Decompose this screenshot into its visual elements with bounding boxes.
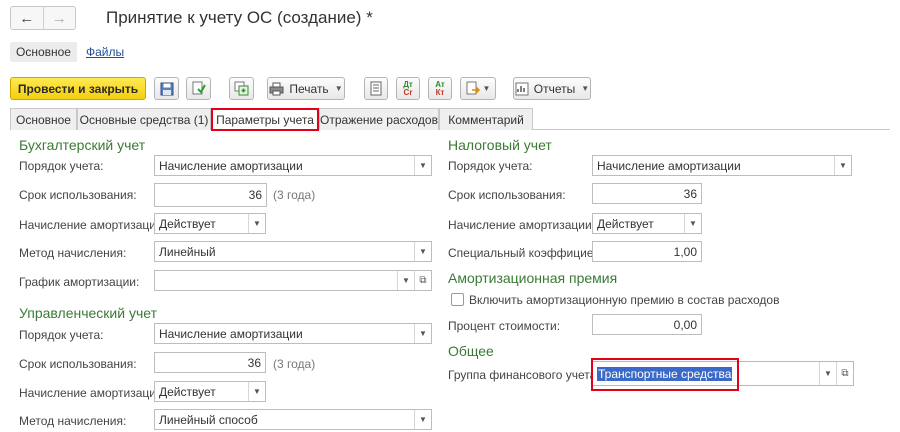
accounting-order-label: Порядок учета: — [19, 159, 104, 173]
section-main[interactable]: Основное — [10, 42, 77, 62]
chevron-down-icon[interactable]: ▼ — [248, 214, 265, 233]
tab-fixed-assets[interactable]: Основные средства (1) — [77, 108, 211, 130]
section-files[interactable]: Файлы — [86, 45, 124, 59]
reports-icon — [515, 82, 529, 95]
document-arrow-icon — [466, 81, 480, 95]
cr-label: Сr — [403, 87, 413, 97]
premium-group-title: Амортизационная премия — [448, 270, 618, 286]
financial-group-highlight — [591, 358, 739, 391]
open-icon[interactable]: ⧉ — [414, 271, 431, 290]
accounting-order-value: Начисление амортизации — [159, 158, 303, 173]
printer-icon — [269, 82, 284, 95]
premium-percent-label: Процент стоимости: — [448, 319, 561, 333]
management-method-label: Метод начисления: — [19, 414, 127, 428]
navigation-buttons: ← → — [10, 6, 76, 30]
copy-button[interactable] — [229, 77, 254, 100]
chevron-down-icon: ▼ — [581, 84, 590, 93]
tax-coefficient-input[interactable]: 1,00 — [592, 241, 702, 262]
accounting-schedule-value — [155, 271, 397, 290]
tax-order-value: Начисление амортизации — [597, 158, 741, 173]
dt-cr-button[interactable]: Дт Сr — [396, 77, 420, 100]
accounting-order-select[interactable]: Начисление амортизации ▼ — [154, 155, 432, 176]
tax-depreciation-value: Действует — [597, 216, 654, 231]
arrow-left-icon: ← — [19, 9, 35, 27]
management-term-input[interactable]: 36 — [154, 352, 266, 373]
management-order-label: Порядок учета: — [19, 328, 104, 342]
chevron-down-icon[interactable]: ▼ — [397, 271, 414, 290]
page-title: Принятие к учету ОС (создание) * — [106, 8, 373, 27]
kt-label: Кт — [435, 87, 445, 97]
accounting-schedule-select[interactable]: ▼ ⧉ — [154, 270, 432, 291]
tab-expense-reflection[interactable]: Отражение расходов — [319, 108, 439, 130]
management-term-label: Срок использования: — [19, 357, 137, 371]
accounting-method-label: Метод начисления: — [19, 246, 127, 260]
accounting-term-label: Срок использования: — [19, 188, 137, 202]
tab-main[interactable]: Основное — [10, 108, 77, 130]
chevron-down-icon[interactable]: ▼ — [414, 324, 431, 343]
include-premium-label[interactable]: Включить амортизационную премию в состав… — [469, 293, 779, 307]
chevron-down-icon[interactable]: ▼ — [684, 214, 701, 233]
tax-group-title: Налоговый учет — [448, 137, 552, 153]
management-order-value: Начисление амортизации — [159, 326, 303, 341]
tax-depreciation-label: Начисление амортизации: — [448, 218, 596, 232]
accounting-depreciation-value: Действует — [159, 216, 216, 231]
tax-term-label: Срок использования: — [448, 188, 566, 202]
tax-coefficient-label: Специальный коэффициент: — [448, 246, 609, 260]
journal-button[interactable] — [364, 77, 388, 100]
tab-comment[interactable]: Комментарий — [439, 108, 533, 130]
tax-term-input[interactable]: 36 — [592, 183, 702, 204]
management-depreciation-label: Начисление амортизации: — [19, 386, 167, 400]
chevron-down-icon: ▼ — [482, 84, 491, 93]
management-depreciation-select[interactable]: Действует ▼ — [154, 381, 266, 402]
management-group-title: Управленческий учет — [19, 305, 157, 321]
management-depreciation-value: Действует — [159, 384, 216, 399]
reports-dropdown-button[interactable]: Отчеты ▼ — [513, 77, 591, 100]
accounting-term-input[interactable]: 36 — [154, 183, 267, 207]
chevron-down-icon[interactable]: ▼ — [414, 410, 431, 429]
accounting-method-value: Линейный — [159, 244, 216, 259]
general-group-title: Общее — [448, 343, 494, 359]
at-kt-button[interactable]: Ат Кт — [428, 77, 452, 100]
copy-icon — [234, 81, 249, 96]
accounting-term-hint: (3 года) — [273, 188, 316, 202]
accounting-schedule-label: График амортизации: — [19, 275, 140, 289]
management-method-value: Линейный способ — [159, 412, 258, 427]
accounting-depreciation-select[interactable]: Действует ▼ — [154, 213, 266, 234]
tax-order-label: Порядок учета: — [448, 159, 533, 173]
accounting-group-title: Бухгалтерский учет — [19, 137, 146, 153]
management-term-hint: (3 года) — [273, 357, 316, 371]
management-method-select[interactable]: Линейный способ ▼ — [154, 409, 432, 430]
tax-depreciation-select[interactable]: Действует ▼ — [592, 213, 702, 234]
include-premium-checkbox[interactable] — [451, 293, 464, 306]
print-label: Печать — [289, 81, 329, 96]
open-icon[interactable]: ⧉ — [836, 362, 853, 385]
tax-order-select[interactable]: Начисление амортизации ▼ — [592, 155, 852, 176]
chevron-down-icon[interactable]: ▼ — [834, 156, 851, 175]
accounting-depreciation-label: Начисление амортизации: — [19, 218, 167, 232]
create-based-on-button[interactable]: ▼ — [460, 77, 496, 100]
forward-button[interactable]: → — [42, 7, 76, 29]
accounting-method-select[interactable]: Линейный ▼ — [154, 241, 432, 262]
chevron-down-icon: ▼ — [334, 84, 343, 93]
management-order-select[interactable]: Начисление амортизации ▼ — [154, 323, 432, 344]
tab-accounting-parameters[interactable]: Параметры учета — [211, 108, 319, 131]
list-document-icon — [370, 81, 382, 96]
back-button[interactable]: ← — [11, 7, 43, 29]
arrow-right-icon: → — [51, 9, 67, 27]
save-button[interactable] — [154, 77, 179, 100]
save-icon — [160, 82, 173, 95]
post-document-icon — [192, 81, 206, 95]
chevron-down-icon[interactable]: ▼ — [414, 242, 431, 261]
post-and-close-button[interactable]: Провести и закрыть — [10, 77, 146, 100]
financial-group-label: Группа финансового учета: — [448, 368, 600, 382]
print-dropdown-button[interactable]: Печать ▼ — [267, 77, 345, 100]
reports-label: Отчеты — [533, 81, 576, 96]
chevron-down-icon[interactable]: ▼ — [819, 362, 836, 385]
chevron-down-icon[interactable]: ▼ — [248, 382, 265, 401]
chevron-down-icon[interactable]: ▼ — [414, 156, 431, 175]
post-button[interactable] — [186, 77, 211, 100]
premium-percent-input[interactable]: 0,00 — [592, 314, 702, 335]
